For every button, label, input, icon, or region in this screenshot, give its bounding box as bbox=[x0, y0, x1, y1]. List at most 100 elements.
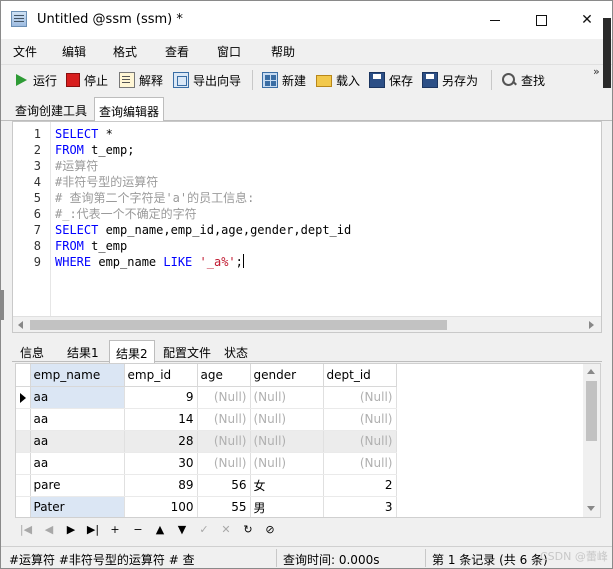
code-line[interactable]: 9 WHERE emp_name LIKE '_a%'; bbox=[13, 254, 603, 270]
code-line[interactable]: 2 FROM t_emp; bbox=[13, 142, 603, 158]
first-record-icon[interactable]: |◀ bbox=[19, 523, 33, 537]
menu-edit[interactable]: 编辑 bbox=[62, 43, 86, 60]
toolbar-overflow-button[interactable]: » bbox=[593, 66, 600, 77]
new-button[interactable]: 新建 bbox=[262, 70, 306, 90]
tab-message[interactable]: 信息 bbox=[14, 340, 50, 362]
code-line[interactable]: 4 #非符号型的运算符 bbox=[13, 174, 603, 190]
table-row[interactable]: aa 30 (Null) (Null) (Null) bbox=[16, 452, 397, 475]
maximize-button[interactable] bbox=[518, 1, 564, 39]
cell-emp-name[interactable]: aa bbox=[30, 452, 125, 475]
cell-age[interactable]: (Null) bbox=[197, 408, 251, 431]
cell-emp-id[interactable]: 89 bbox=[124, 474, 198, 497]
find-button[interactable]: 查找 bbox=[501, 70, 545, 90]
scroll-left-icon[interactable] bbox=[18, 321, 23, 329]
table-row[interactable]: aa 28 (Null) (Null) (Null) bbox=[16, 430, 397, 453]
code-text: #非符号型的运算符 bbox=[55, 174, 158, 190]
code-line[interactable]: 5 # 查询第二个字符是'a'的员工信息: bbox=[13, 190, 603, 206]
table-row[interactable]: aa 9 (Null) (Null) (Null) bbox=[16, 386, 397, 409]
cell-age[interactable]: 55 bbox=[197, 496, 251, 517]
menu-file[interactable]: 文件 bbox=[13, 43, 37, 60]
explain-button[interactable]: 解释 bbox=[119, 70, 163, 90]
cell-dept-id[interactable]: (Null) bbox=[323, 452, 397, 475]
code-line[interactable]: 7 SELECT emp_name,emp_id,age,gender,dept_… bbox=[13, 222, 603, 238]
cell-emp-name[interactable]: aa bbox=[30, 430, 125, 453]
scroll-right-icon[interactable] bbox=[589, 321, 594, 329]
cell-dept-id[interactable]: (Null) bbox=[323, 430, 397, 453]
cell-emp-name[interactable]: Pater bbox=[30, 496, 125, 517]
sql-editor[interactable]: 1 SELECT * 2 FROM t_emp; 3 #运算符 4 #非符号型的运算符 5 # 查… bbox=[12, 121, 602, 333]
code-line[interactable]: 3 #运算符 bbox=[13, 158, 603, 174]
stop-query-icon[interactable]: ⊘ bbox=[263, 523, 277, 537]
last-record-icon[interactable]: ▶| bbox=[86, 523, 100, 537]
move-down-icon[interactable]: ▼ bbox=[175, 523, 189, 537]
toolbar-divider bbox=[491, 70, 492, 90]
load-button[interactable]: 载入 bbox=[316, 70, 360, 90]
menu-format[interactable]: 格式 bbox=[113, 43, 137, 60]
cell-emp-id[interactable]: 14 bbox=[124, 408, 198, 431]
table-row[interactable]: Pater 100 55 男 3 bbox=[16, 496, 397, 517]
cell-emp-name[interactable]: pare bbox=[30, 474, 125, 497]
scrollbar-thumb[interactable] bbox=[30, 320, 447, 330]
menu-view[interactable]: 查看 bbox=[165, 43, 189, 60]
code-line[interactable]: 6 #_:代表一个不确定的字符 bbox=[13, 206, 603, 222]
cell-gender[interactable]: 女 bbox=[250, 474, 324, 497]
cell-gender[interactable]: (Null) bbox=[250, 386, 324, 409]
cell-emp-id[interactable]: 30 bbox=[124, 452, 198, 475]
cell-dept-id[interactable]: 3 bbox=[323, 496, 397, 517]
code-line[interactable]: 1 SELECT * bbox=[13, 126, 603, 142]
grid-vertical-scrollbar[interactable] bbox=[583, 364, 600, 517]
scroll-down-icon[interactable] bbox=[587, 506, 595, 511]
export-icon bbox=[173, 72, 189, 88]
cell-gender[interactable]: 男 bbox=[250, 496, 324, 517]
scrollbar-thumb[interactable] bbox=[586, 381, 597, 441]
cell-age[interactable]: 56 bbox=[197, 474, 251, 497]
tab-status[interactable]: 状态 bbox=[218, 340, 254, 362]
cell-dept-id[interactable]: (Null) bbox=[323, 386, 397, 409]
next-record-icon[interactable]: ▶ bbox=[64, 523, 78, 537]
cell-emp-name[interactable]: aa bbox=[30, 386, 125, 409]
column-header-dept-id[interactable]: dept_id bbox=[323, 364, 397, 387]
cell-age[interactable]: (Null) bbox=[197, 430, 251, 453]
cell-dept-id[interactable]: 2 bbox=[323, 474, 397, 497]
table-row[interactable]: aa 14 (Null) (Null) (Null) bbox=[16, 408, 397, 431]
column-header-emp-name[interactable]: emp_name bbox=[30, 364, 125, 387]
tab-query-builder[interactable]: 查询创建工具 bbox=[11, 97, 91, 121]
refresh-icon[interactable]: ↻ bbox=[241, 523, 255, 537]
cell-gender[interactable]: (Null) bbox=[250, 452, 324, 475]
cell-age[interactable]: (Null) bbox=[197, 386, 251, 409]
menu-window[interactable]: 窗口 bbox=[217, 43, 241, 60]
add-record-icon[interactable]: + bbox=[108, 523, 122, 537]
cell-emp-id[interactable]: 9 bbox=[124, 386, 198, 409]
apply-changes-icon[interactable]: ✓ bbox=[197, 523, 211, 537]
tab-query-editor[interactable]: 查询编辑器 bbox=[94, 97, 165, 122]
delete-record-icon[interactable]: − bbox=[131, 523, 145, 537]
cell-gender[interactable]: (Null) bbox=[250, 408, 324, 431]
column-header-age[interactable]: age bbox=[197, 364, 251, 387]
scroll-up-icon[interactable] bbox=[587, 369, 595, 374]
code-line[interactable]: 8 FROM t_emp bbox=[13, 238, 603, 254]
cell-emp-id[interactable]: 100 bbox=[124, 496, 198, 517]
save-as-button[interactable]: 另存为 bbox=[422, 70, 478, 90]
discard-changes-icon[interactable]: ✕ bbox=[219, 523, 233, 537]
save-button[interactable]: 保存 bbox=[369, 70, 413, 90]
minimize-button[interactable] bbox=[472, 1, 518, 39]
editor-horizontal-scrollbar[interactable] bbox=[13, 316, 601, 332]
tab-result-2[interactable]: 结果2 bbox=[109, 340, 155, 363]
cell-gender[interactable]: (Null) bbox=[250, 430, 324, 453]
cell-dept-id[interactable]: (Null) bbox=[323, 408, 397, 431]
menu-help[interactable]: 帮助 bbox=[271, 43, 295, 60]
result-grid[interactable]: emp_name emp_id age gender dept_id aa 9 … bbox=[15, 363, 601, 518]
cell-emp-name[interactable]: aa bbox=[30, 408, 125, 431]
tab-profile[interactable]: 配置文件 bbox=[157, 340, 217, 362]
column-header-emp-id[interactable]: emp_id bbox=[124, 364, 198, 387]
run-button[interactable]: 运行 bbox=[13, 70, 57, 90]
tab-result-1[interactable]: 结果1 bbox=[61, 340, 105, 362]
stop-button[interactable]: 停止 bbox=[66, 70, 108, 90]
cell-emp-id[interactable]: 28 bbox=[124, 430, 198, 453]
column-header-gender[interactable]: gender bbox=[250, 364, 324, 387]
move-up-icon[interactable]: ▲ bbox=[153, 523, 167, 537]
previous-record-icon[interactable]: ◀ bbox=[42, 523, 56, 537]
export-wizard-button[interactable]: 导出向导 bbox=[173, 70, 241, 90]
cell-age[interactable]: (Null) bbox=[197, 452, 251, 475]
table-row[interactable]: pare 89 56 女 2 bbox=[16, 474, 397, 497]
